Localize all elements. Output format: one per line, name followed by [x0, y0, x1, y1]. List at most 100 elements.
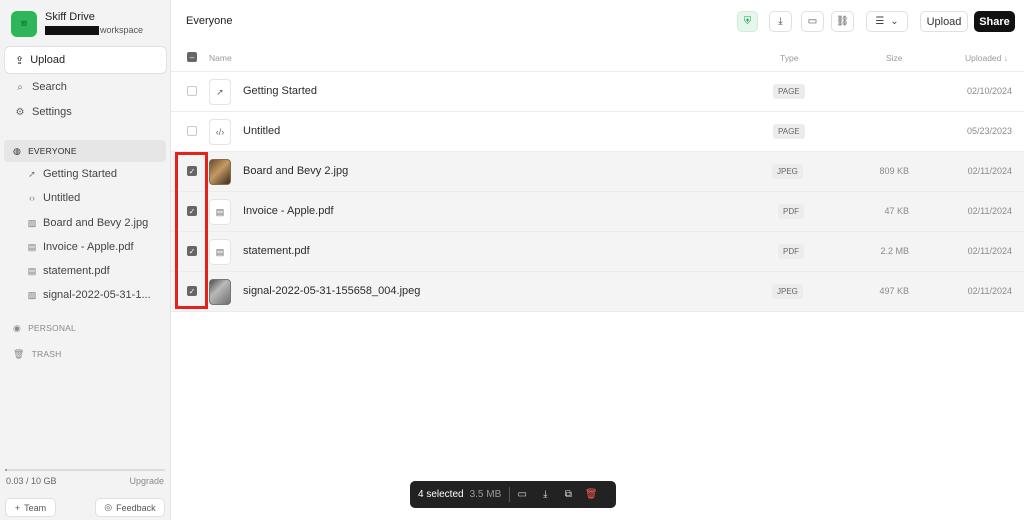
copy-link-button[interactable]: ⛓ [831, 11, 854, 32]
workspace-switcher[interactable]: ⊡ Skiff Drive workspace [11, 11, 143, 37]
plus-icon: + [14, 502, 21, 513]
folder-icon: ▭ [807, 16, 818, 27]
table-row[interactable]: ✓ ▤ statement.pdf PDF 2.2 MB 02/11/2024 [171, 232, 1024, 272]
table-row[interactable]: ‹/› Untitled PAGE 05/23/2023 [171, 112, 1024, 152]
file-name[interactable]: Board and Bevy 2.jpg [243, 165, 348, 177]
share-button[interactable]: Share [974, 11, 1015, 32]
brand-name: Skiff Drive [45, 11, 95, 23]
section-trash[interactable]: 🗑 TRASH [4, 343, 166, 365]
team-label: Team [24, 502, 47, 513]
file-size: 497 KB [879, 286, 909, 296]
upgrade-link[interactable]: Upgrade [129, 476, 164, 486]
download-button[interactable]: ⤓ [769, 11, 792, 32]
workspace-suffix: workspace [100, 25, 144, 35]
code-icon: ‹› [29, 193, 35, 203]
row-checkbox[interactable]: ✓ [187, 246, 197, 256]
tree-item-invoice-apple[interactable]: ▤ Invoice - Apple.pdf [26, 241, 134, 253]
skiff-logo-icon: ⊡ [11, 11, 37, 37]
tree-item-statement[interactable]: ▤ statement.pdf [26, 265, 110, 277]
search-icon: ⌕ [17, 81, 23, 93]
type-badge: PAGE [773, 124, 805, 139]
sidebar-item-search[interactable]: ⌕ Search [14, 81, 67, 93]
table-row[interactable]: ➚ Getting Started PAGE 02/10/2024 [171, 72, 1024, 112]
row-checkbox[interactable]: ✓ [187, 286, 197, 296]
encryption-shield-button[interactable]: ⛨ [737, 11, 758, 32]
upload-date: 02/11/2024 [967, 166, 1012, 176]
selected-count: 4 selected [418, 489, 464, 500]
row-checkbox[interactable]: ✓ [187, 166, 197, 176]
tree-item-getting-started[interactable]: ➚ Getting Started [26, 168, 117, 180]
select-all-checkbox[interactable]: – [187, 52, 197, 62]
move-to-folder-icon[interactable]: ▭ [511, 489, 533, 500]
sidebar-item-settings[interactable]: ⚙ Settings [14, 106, 72, 118]
row-checkbox[interactable] [187, 126, 197, 136]
tree-item-label: Board and Bevy 2.jpg [43, 217, 149, 229]
file-icon: ▤ [27, 241, 37, 252]
tree-item-signal[interactable]: ▨ signal-2022-05-31-1... [26, 289, 151, 301]
file-name[interactable]: Invoice - Apple.pdf [243, 205, 334, 217]
upload-date: 02/10/2024 [966, 86, 1012, 96]
file-size: 809 KB [879, 166, 909, 176]
column-type[interactable]: Type [780, 53, 798, 63]
storage-progress-fill [5, 469, 8, 471]
type-badge: JPEG [772, 164, 803, 179]
type-badge: JPEG [772, 284, 803, 299]
main-content: Everyone ⛨ ⤓ ▭ ⛓ ☰ ⌄ Upload Share – Name… [171, 0, 1024, 520]
section-everyone[interactable]: ◍ EVERYONE [4, 140, 166, 162]
tree-item-label: Getting Started [43, 168, 117, 180]
file-name[interactable]: statement.pdf [243, 245, 310, 257]
table-row[interactable]: ✓ Board and Bevy 2.jpg JPEG 809 KB 02/11… [171, 152, 1024, 192]
sidebar-item-label: Search [32, 81, 67, 93]
image-icon: ▨ [27, 289, 37, 300]
storage-used: 0.03 / 10 GB [6, 476, 57, 486]
duplicate-icon[interactable]: ⧉ [557, 489, 579, 500]
tree-item-label: Untitled [43, 192, 81, 204]
selected-size: 3.5 MB [469, 489, 502, 500]
tree-item-label: statement.pdf [43, 265, 110, 277]
new-folder-button[interactable]: ▭ [801, 11, 824, 32]
upload-icon: ⇪ [15, 54, 25, 67]
file-icon: ▤ [27, 265, 37, 276]
list-icon: ☰ [875, 16, 885, 27]
download-icon: ⤓ [778, 16, 783, 27]
team-button[interactable]: + Team [5, 498, 56, 517]
sidebar: ⊡ Skiff Drive workspace ⇪ Upload ⌕ Searc… [0, 0, 171, 520]
row-checkbox[interactable]: ✓ [187, 206, 197, 216]
link-icon: ⛓ [836, 16, 849, 27]
user-circle-icon: ◉ [13, 322, 22, 333]
file-name[interactable]: Untitled [243, 125, 280, 137]
download-icon[interactable]: ⤓ [534, 489, 556, 500]
section-label: PERSONAL [28, 323, 76, 333]
file-name[interactable]: signal-2022-05-31-155658_004.jpeg [243, 285, 420, 297]
tree-item-board-and-bevy[interactable]: ▨ Board and Bevy 2.jpg [26, 217, 148, 229]
table-row[interactable]: ✓ ▤ Invoice - Apple.pdf PDF 47 KB 02/11/… [171, 192, 1024, 232]
section-label: TRASH [31, 349, 62, 359]
section-label: EVERYONE [28, 146, 77, 156]
column-uploaded[interactable]: Uploaded ↓ [965, 53, 1008, 63]
delete-icon[interactable]: 🗑 [580, 489, 602, 500]
selection-action-bar: 4 selected 3.5 MB ▭ ⤓ ⧉ 🗑 [410, 481, 616, 508]
globe-icon: ◍ [13, 145, 22, 156]
image-thumbnail [209, 159, 231, 185]
column-name[interactable]: Name [209, 53, 232, 63]
upload-date: 05/23/2023 [966, 126, 1012, 136]
sidebar-item-label: Settings [32, 106, 72, 118]
workspace-name: workspace [45, 24, 143, 37]
image-icon: ▨ [27, 217, 37, 228]
feedback-button[interactable]: ◎ Feedback [95, 498, 165, 517]
tree-item-untitled[interactable]: ‹› Untitled [26, 192, 80, 204]
table-header: – Name Type Size Uploaded ↓ [171, 44, 1024, 72]
row-checkbox[interactable] [187, 86, 197, 96]
redacted-block [45, 26, 99, 35]
file-size: 47 KB [884, 206, 909, 216]
view-options-dropdown[interactable]: ☰ ⌄ [866, 11, 908, 32]
table-row[interactable]: ✓ signal-2022-05-31-155658_004.jpeg JPEG… [171, 272, 1024, 312]
image-thumbnail [209, 279, 231, 305]
file-size: 2.2 MB [880, 246, 909, 256]
column-size[interactable]: Size [886, 53, 903, 63]
section-personal[interactable]: ◉ PERSONAL [4, 317, 166, 339]
toolbar-upload-button[interactable]: Upload [920, 11, 968, 32]
file-name[interactable]: Getting Started [243, 85, 317, 97]
upload-label: Upload [30, 54, 66, 66]
sidebar-upload-button[interactable]: ⇪ Upload [5, 47, 166, 73]
